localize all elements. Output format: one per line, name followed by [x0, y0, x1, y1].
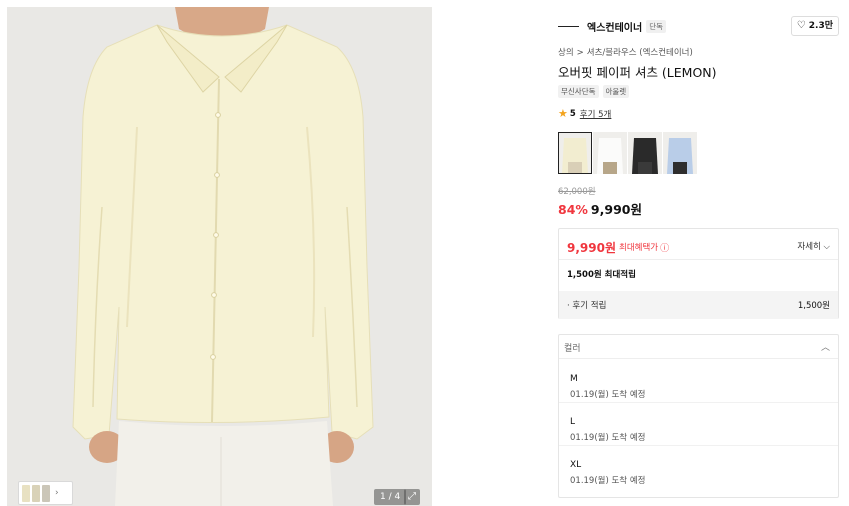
thumbnail[interactable] — [42, 484, 50, 502]
brand-exclusive-badge: 단독 — [646, 19, 667, 33]
chevron-down-icon: ⌵ — [823, 242, 830, 252]
rating-row: ★ 5 후기 5개 — [558, 107, 611, 120]
product-tags: 무신사단독 아울렛 — [558, 85, 633, 98]
option-item-xl[interactable]: XL 01.19(월) 도착 예정 — [559, 446, 838, 489]
swatch-white[interactable] — [593, 132, 627, 174]
review-points-label: · 후기 적립 — [567, 301, 607, 311]
option-header[interactable]: 컬러 ︿ — [559, 335, 838, 359]
swatch-black[interactable] — [628, 132, 662, 174]
benefit-header: 9,990원 최대혜택가 ⓘ 자세히 ⌵ — [567, 236, 830, 258]
product-info-panel: 엑스컨테이너 단독 ♡ 2.3만 상의 > 셔츠/블라우스 (엑스컨테이너) 오버핏… — [545, 0, 849, 506]
detail-label: 자세히 — [797, 242, 821, 252]
rating-score: 5 — [569, 108, 576, 119]
thumbnail[interactable] — [32, 484, 40, 502]
option-size: XL — [570, 460, 582, 470]
original-price: 62,000원 — [558, 187, 596, 197]
brand-logo[interactable] — [558, 25, 579, 27]
option-size: L — [570, 417, 576, 427]
like-count: 2.3만 — [808, 21, 833, 31]
breadcrumb-separator: > — [576, 48, 584, 58]
option-item-l[interactable]: L 01.19(월) 도착 예정 — [559, 403, 838, 446]
heart-icon: ♡ — [796, 20, 806, 31]
product-photo — [7, 7, 432, 506]
swatch-blue[interactable] — [663, 132, 697, 174]
swatch-lemon[interactable] — [558, 132, 592, 174]
like-button[interactable]: ♡ 2.3만 — [790, 16, 839, 36]
breadcrumb-item[interactable]: 상의 — [558, 48, 574, 58]
benefit-box: 9,990원 최대혜택가 ⓘ 자세히 ⌵ 1,500원 최대적립 · 후기 적립… — [558, 228, 839, 319]
product-tag: 아울렛 — [602, 85, 630, 98]
option-arrival: 01.19(월) 도착 예정 — [570, 390, 646, 400]
breadcrumb: 상의 > 셔츠/블라우스 (엑스컨테이너) — [558, 46, 693, 58]
chevron-up-icon: ︿ — [820, 343, 830, 353]
product-tag: 무신사단독 — [558, 85, 599, 98]
option-item-m[interactable]: M 01.19(월) 도착 예정 — [559, 360, 838, 403]
reviews-link[interactable]: 후기 5개 — [580, 108, 612, 120]
product-image-gallery[interactable]: › 1 / 4 ⤢ — [7, 7, 432, 506]
divider — [559, 259, 838, 260]
option-arrival: 01.19(월) 도착 예정 — [570, 476, 646, 486]
expand-icon[interactable]: ⤢ — [404, 489, 420, 505]
color-swatches — [558, 132, 698, 174]
review-points-value: 1,500원 — [797, 301, 830, 311]
detail-toggle[interactable]: 자세히 ⌵ — [797, 240, 830, 252]
discount-rate: 84% — [558, 202, 588, 217]
star-icon: ★ — [558, 107, 568, 120]
max-benefit-price: 9,990원 — [567, 240, 616, 255]
info-icon[interactable]: ⓘ — [660, 241, 669, 254]
option-header-label: 컬러 — [564, 344, 581, 354]
brand-name[interactable]: 엑스컨테이너 — [587, 19, 642, 34]
image-counter: 1 / 4 — [374, 489, 407, 505]
breadcrumb-item[interactable]: 셔츠/블라우스 (엑스컨테이너) — [587, 48, 693, 58]
review-points-row: · 후기 적립 1,500원 — [559, 291, 838, 319]
sale-price: 9,990원 — [590, 202, 642, 217]
max-points: 1,500원 최대적립 — [567, 270, 636, 280]
thumbnail[interactable] — [22, 484, 30, 502]
chevron-right-icon[interactable]: › — [55, 488, 59, 498]
brand-row: 엑스컨테이너 단독 ♡ 2.3만 — [558, 15, 839, 37]
option-arrival: 01.19(월) 도착 예정 — [570, 433, 646, 443]
option-size: M — [570, 374, 578, 384]
option-dropdown: 컬러 ︿ M 01.19(월) 도착 예정 L 01.19(월) 도착 예정 X… — [558, 334, 839, 498]
price-row: 84% 9,990원 — [558, 199, 642, 218]
thumbnail-strip[interactable]: › — [18, 481, 73, 505]
product-title: 오버핏 페이퍼 셔츠 (LEMON) — [558, 65, 717, 80]
max-benefit-label: 최대혜택가 — [619, 243, 659, 253]
